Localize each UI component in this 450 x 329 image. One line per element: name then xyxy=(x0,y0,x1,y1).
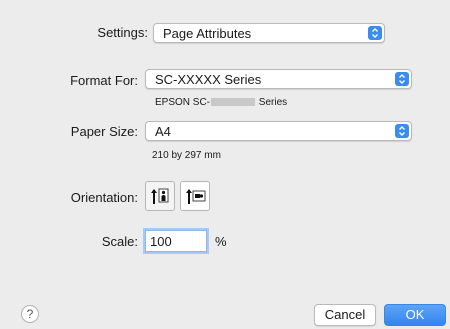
paper-size-description: 210 by 297 mm xyxy=(152,150,221,161)
orientation-label: Orientation: xyxy=(70,190,138,205)
paper-size-label: Paper Size: xyxy=(70,124,138,139)
up-down-arrows-icon xyxy=(395,72,409,86)
paper-size-popup[interactable]: A4 xyxy=(145,121,412,141)
portrait-orientation-button[interactable] xyxy=(145,181,175,211)
printer-model-suffix: Series xyxy=(258,97,288,108)
format-for-label: Format For: xyxy=(70,73,138,88)
help-icon: ? xyxy=(26,307,34,321)
settings-value: Page Attributes xyxy=(163,26,252,41)
settings-label: Settings: xyxy=(97,25,148,40)
scale-input[interactable]: 100 xyxy=(145,230,207,252)
scale-label: Scale: xyxy=(101,234,138,249)
ok-button[interactable]: OK xyxy=(384,304,446,326)
help-button[interactable]: ? xyxy=(21,305,39,323)
scale-value: 100 xyxy=(150,234,172,249)
up-down-arrows-icon xyxy=(395,124,409,138)
format-for-popup[interactable]: SC-XXXXX Series xyxy=(145,69,412,89)
landscape-orientation-button[interactable] xyxy=(180,181,210,211)
format-for-description: EPSON SC- Series xyxy=(155,97,287,108)
settings-popup[interactable]: Page Attributes xyxy=(153,23,385,43)
scale-unit: % xyxy=(215,234,227,249)
printer-model-prefix: EPSON SC- xyxy=(155,97,211,108)
format-for-value: SC-XXXXX Series xyxy=(155,72,262,87)
up-down-arrows-icon xyxy=(368,26,382,40)
redacted-model-number xyxy=(211,98,256,106)
cancel-button[interactable]: Cancel xyxy=(314,304,376,326)
paper-size-value: A4 xyxy=(155,124,171,139)
